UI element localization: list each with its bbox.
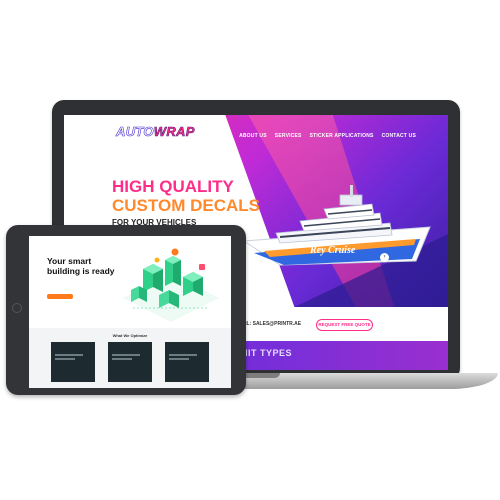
tablet-headline: Your smart building is ready <box>47 256 115 276</box>
nav-about-us[interactable]: ABOUT US <box>239 133 267 139</box>
autowrap-logo[interactable]: AUTOWRAP <box>116 124 195 140</box>
smart-building-illustration <box>123 248 219 322</box>
tablet-card-3[interactable] <box>165 342 209 382</box>
tablet-card-1[interactable] <box>51 342 95 382</box>
tablet-home-button[interactable] <box>12 303 22 313</box>
tablet-card-2[interactable] <box>108 342 152 382</box>
nav-services[interactable]: SERVICES <box>275 133 302 139</box>
request-free-quote-button[interactable]: REQUEST FREE QUOTE <box>316 319 373 331</box>
yacht-name-label: Rey Cruise <box>309 245 356 256</box>
main-nav: ABOUT US SERVICES STICKER APPLICATIONS C… <box>239 133 416 139</box>
nav-sticker-applications[interactable]: STICKER APPLICATIONS <box>310 133 374 139</box>
nav-contact-us[interactable]: CONTACT US <box>382 133 416 139</box>
yacht-image: Rey Cruise <box>242 185 431 266</box>
headline-line-2: CUSTOM DECALS <box>112 196 260 215</box>
hero-headline: HIGH QUALITY CUSTOM DECALS FOR YOUR VEHI… <box>112 177 260 229</box>
headline-line-1: HIGH QUALITY <box>112 177 234 196</box>
tablet-screen: Your smart building is ready What We Opt… <box>29 236 231 388</box>
tablet-section-title: What We Optimize <box>112 333 148 338</box>
slider-next-arrow[interactable]: › <box>380 253 389 262</box>
tablet-cta-button[interactable] <box>47 294 73 299</box>
